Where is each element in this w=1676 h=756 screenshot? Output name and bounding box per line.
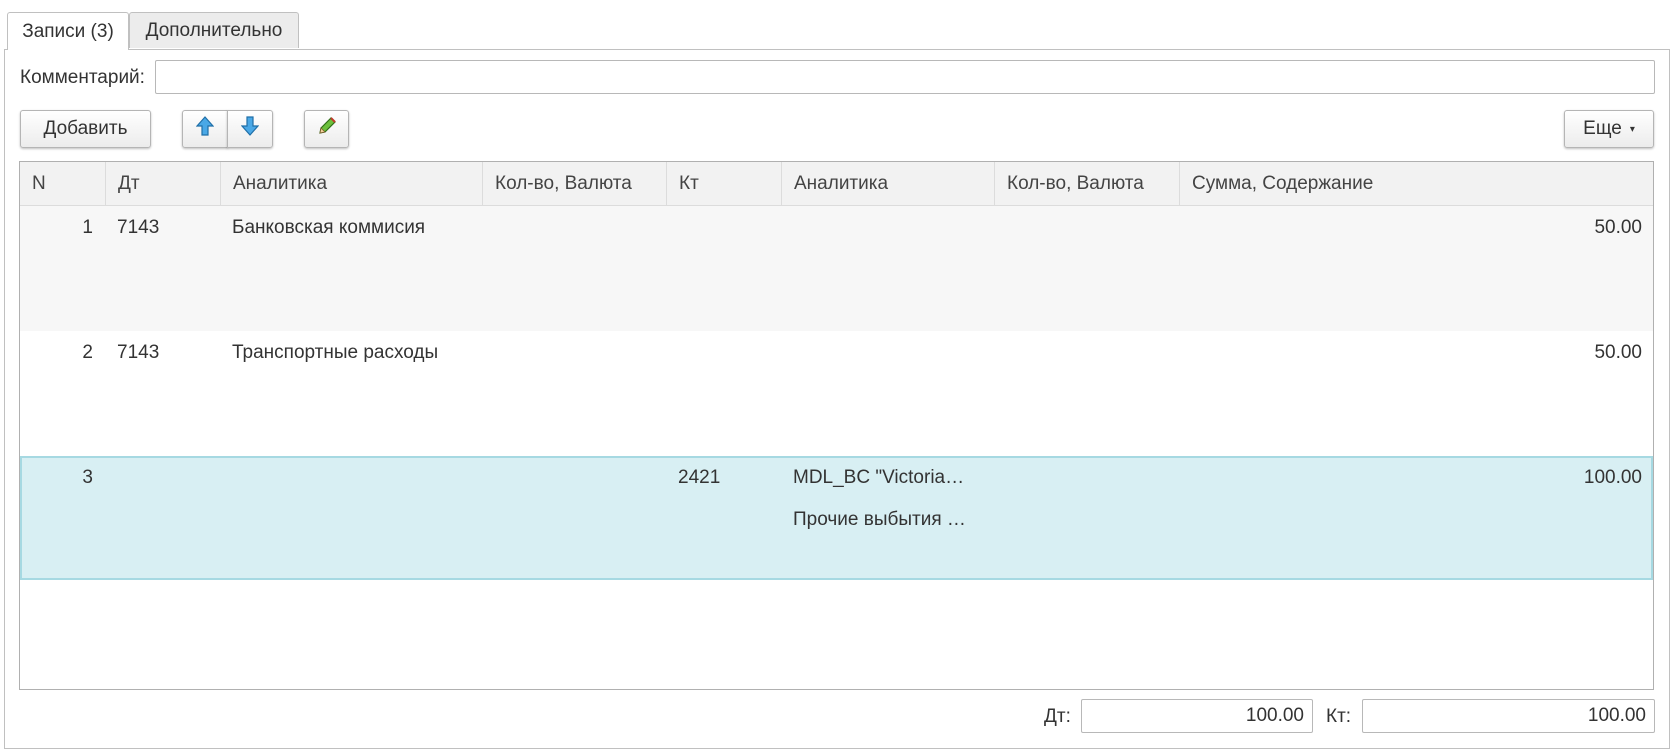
col-header-kt-analytics[interactable]: Аналитика xyxy=(781,162,994,205)
entries-table: N Дт Аналитика Кол-во, Валюта Кт Аналити… xyxy=(19,161,1654,690)
cell-dt: 7143 xyxy=(117,342,160,363)
add-button-label: Добавить xyxy=(43,118,128,139)
cell-kt-analytics-2: Прочие выбытия … xyxy=(793,509,966,530)
table-row[interactable]: 1 7143 Банковская коммисия 50.00 xyxy=(20,206,1653,331)
col-header-dt-analytics[interactable]: Аналитика xyxy=(220,162,482,205)
cell-n: 1 xyxy=(82,217,93,238)
pencil-icon xyxy=(316,115,338,143)
table-row[interactable]: 2 7143 Транспортные расходы 50.00 xyxy=(20,331,1653,456)
comment-input[interactable] xyxy=(155,60,1655,94)
cell-n: 2 xyxy=(82,342,93,363)
cell-kt: 2421 xyxy=(678,467,721,488)
cell-sum: 100.00 xyxy=(1583,467,1642,488)
cell-sum: 50.00 xyxy=(1594,217,1642,238)
move-buttons xyxy=(182,110,273,148)
tab-records[interactable]: Записи (3) xyxy=(7,12,129,50)
more-button[interactable]: Еще ▾ xyxy=(1564,110,1654,148)
total-kt-value: 100.00 xyxy=(1587,705,1646,726)
col-header-kt[interactable]: Кт xyxy=(666,162,781,205)
col-header-n[interactable]: N xyxy=(20,162,105,205)
arrow-down-icon xyxy=(240,116,260,142)
table-row-selected[interactable]: 3 2421 MDL_BC "Victoria… Прочие выбытия … xyxy=(20,456,1653,580)
move-down-button[interactable] xyxy=(227,110,273,148)
tab-additional[interactable]: Дополнительно xyxy=(129,12,299,48)
cell-sum: 50.00 xyxy=(1594,342,1642,363)
col-header-dt[interactable]: Дт xyxy=(105,162,220,205)
col-header-sum[interactable]: Сумма, Содержание xyxy=(1179,162,1653,205)
cell-n: 3 xyxy=(82,467,93,488)
add-button[interactable]: Добавить xyxy=(20,110,151,148)
arrow-up-icon xyxy=(195,116,215,142)
total-dt-field[interactable]: 100.00 xyxy=(1081,699,1313,733)
cell-dt: 7143 xyxy=(117,217,160,238)
more-button-label: Еще xyxy=(1583,118,1622,139)
cell-dt-analytics: Транспортные расходы xyxy=(232,342,439,363)
edit-button[interactable] xyxy=(304,110,349,148)
tab-additional-label: Дополнительно xyxy=(145,19,283,41)
total-dt-label: Дт: xyxy=(1044,706,1071,727)
table-header: N Дт Аналитика Кол-во, Валюта Кт Аналити… xyxy=(20,162,1653,206)
total-kt-label: Кт: xyxy=(1326,706,1352,727)
cell-dt-analytics: Банковская коммисия xyxy=(232,217,426,238)
cell-kt-analytics-1: MDL_BC "Victoria… xyxy=(793,467,965,488)
col-header-kt-qty[interactable]: Кол-во, Валюта xyxy=(994,162,1179,205)
total-dt-value: 100.00 xyxy=(1245,705,1304,726)
comment-label: Комментарий: xyxy=(20,67,145,88)
chevron-down-icon: ▾ xyxy=(1629,123,1635,135)
tab-records-label: Записи (3) xyxy=(22,20,114,42)
move-up-button[interactable] xyxy=(182,110,228,148)
total-kt-field[interactable]: 100.00 xyxy=(1362,699,1655,733)
col-header-dt-qty[interactable]: Кол-во, Валюта xyxy=(482,162,666,205)
